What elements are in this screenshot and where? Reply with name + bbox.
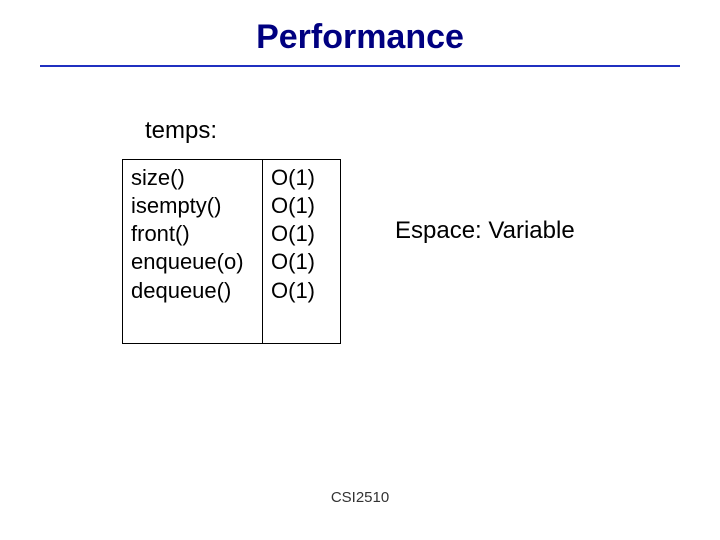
op-item: dequeue(): [131, 277, 254, 305]
espace-label: Espace: Variable: [395, 217, 575, 245]
slide-footer: CSI2510: [0, 489, 720, 506]
slide-title: Performance: [0, 0, 720, 65]
op-item: isempty(): [131, 192, 254, 220]
big-o-item: O(1): [271, 164, 332, 192]
big-o-item: O(1): [271, 192, 332, 220]
content-area: temps: size() isempty() front() enqueue(…: [0, 67, 720, 145]
temps-label: temps:: [145, 117, 680, 145]
complexity-table: size() isempty() front() enqueue(o) dequ…: [122, 159, 341, 344]
complexities-cell: O(1) O(1) O(1) O(1) O(1): [263, 160, 341, 344]
big-o-item: O(1): [271, 277, 332, 305]
op-item: front(): [131, 220, 254, 248]
table-row: size() isempty() front() enqueue(o) dequ…: [123, 160, 341, 344]
op-item: enqueue(o): [131, 248, 254, 276]
big-o-item: O(1): [271, 248, 332, 276]
op-item: size(): [131, 164, 254, 192]
big-o-item: O(1): [271, 220, 332, 248]
operations-cell: size() isempty() front() enqueue(o) dequ…: [123, 160, 263, 344]
